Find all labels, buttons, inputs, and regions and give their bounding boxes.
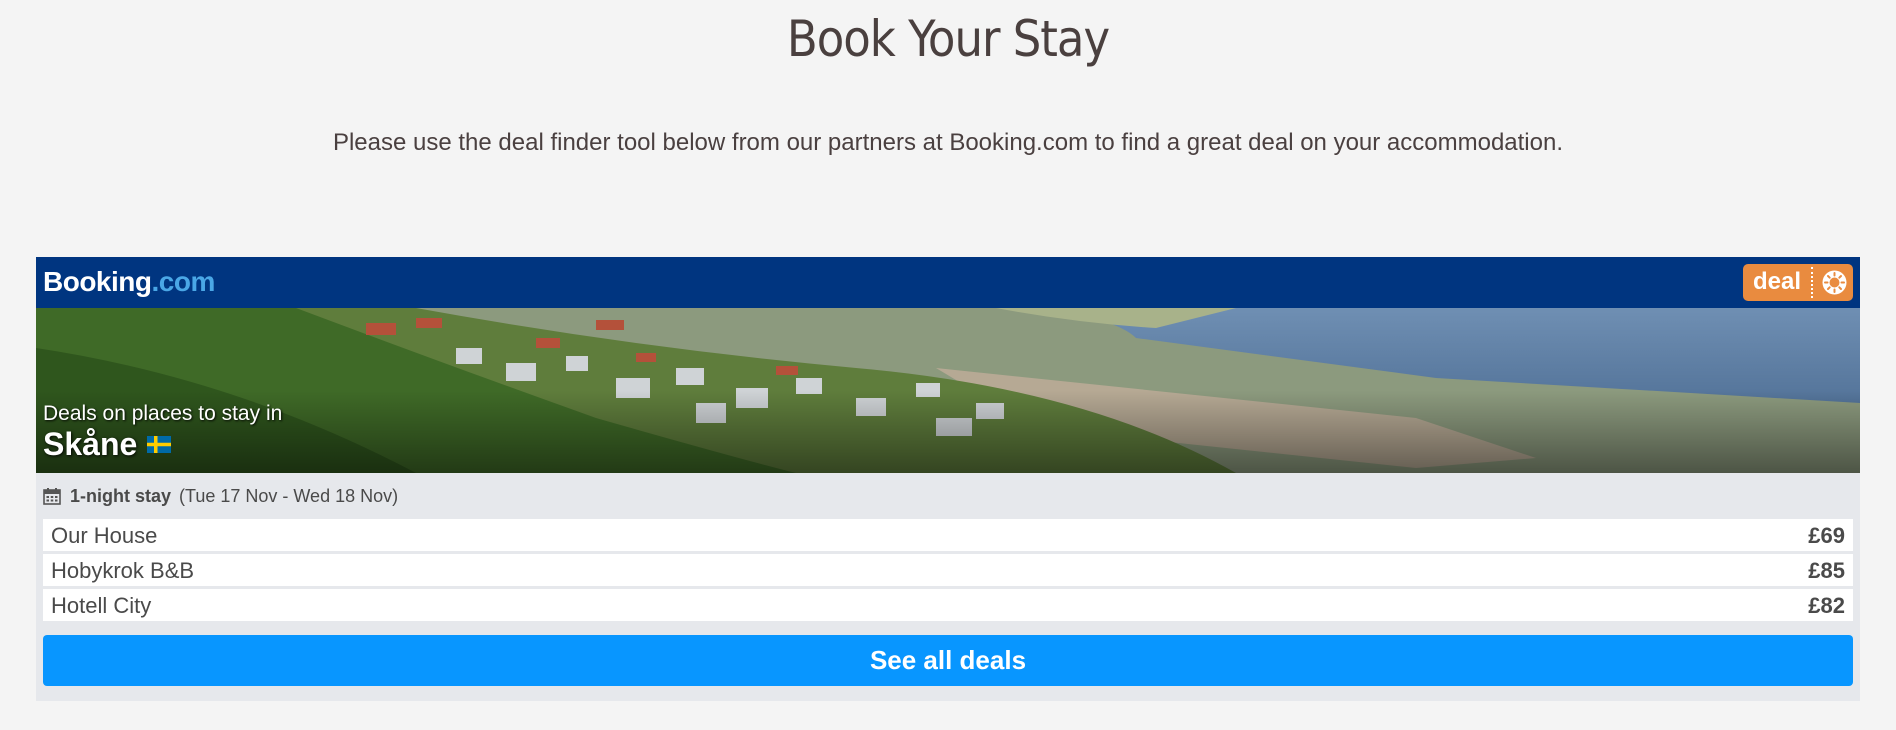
deal-badge: deal <box>1743 264 1853 301</box>
hotel-name: Hotell City <box>51 593 152 618</box>
deal-badge-label: deal <box>1753 268 1802 295</box>
deal-list: Our House £69 Hobykrok B&B £85 Hotell Ci… <box>43 519 1853 624</box>
stay-info: 1-night stay (Tue 17 Nov - Wed 18 Nov) <box>43 485 398 507</box>
destination-hero-image: Deals on places to stay in Skåne <box>36 308 1860 473</box>
hero-city[interactable]: Skåne <box>43 426 172 463</box>
coastal-town-illustration <box>36 308 1860 473</box>
hotel-price: £82 <box>1808 593 1845 618</box>
stay-length: 1-night stay <box>70 485 172 506</box>
deal-row[interactable]: Hotell City £82 <box>43 589 1853 621</box>
page-title: Book Your Stay <box>786 10 1110 68</box>
logo-main: Booking <box>43 266 152 297</box>
calendar-icon <box>43 488 61 505</box>
hotel-name: Hobykrok B&B <box>51 558 195 583</box>
sun-icon <box>1822 270 1847 295</box>
see-all-deals-button[interactable]: See all deals <box>43 635 1853 686</box>
hotel-price: £85 <box>1808 558 1845 583</box>
deal-row[interactable]: Our House £69 <box>43 519 1853 551</box>
hero-subtitle: Deals on places to stay in <box>43 402 283 425</box>
hotel-name: Our House <box>51 523 158 548</box>
booking-logo[interactable]: Booking.com <box>43 266 215 298</box>
city-name: Skåne <box>43 426 138 462</box>
stay-dates: (Tue 17 Nov - Wed 18 Nov) <box>179 485 399 506</box>
sweden-flag-icon <box>147 436 172 453</box>
widget-header: Booking.com deal <box>36 257 1860 308</box>
badge-separator <box>1811 267 1813 298</box>
booking-deal-widget: Booking.com deal Deals on places to stay… <box>36 257 1860 701</box>
hotel-price: £69 <box>1808 523 1845 548</box>
intro-text: Please use the deal finder tool below fr… <box>332 129 1564 156</box>
logo-suffix: .com <box>151 266 216 297</box>
deal-row[interactable]: Hobykrok B&B £85 <box>43 554 1853 586</box>
